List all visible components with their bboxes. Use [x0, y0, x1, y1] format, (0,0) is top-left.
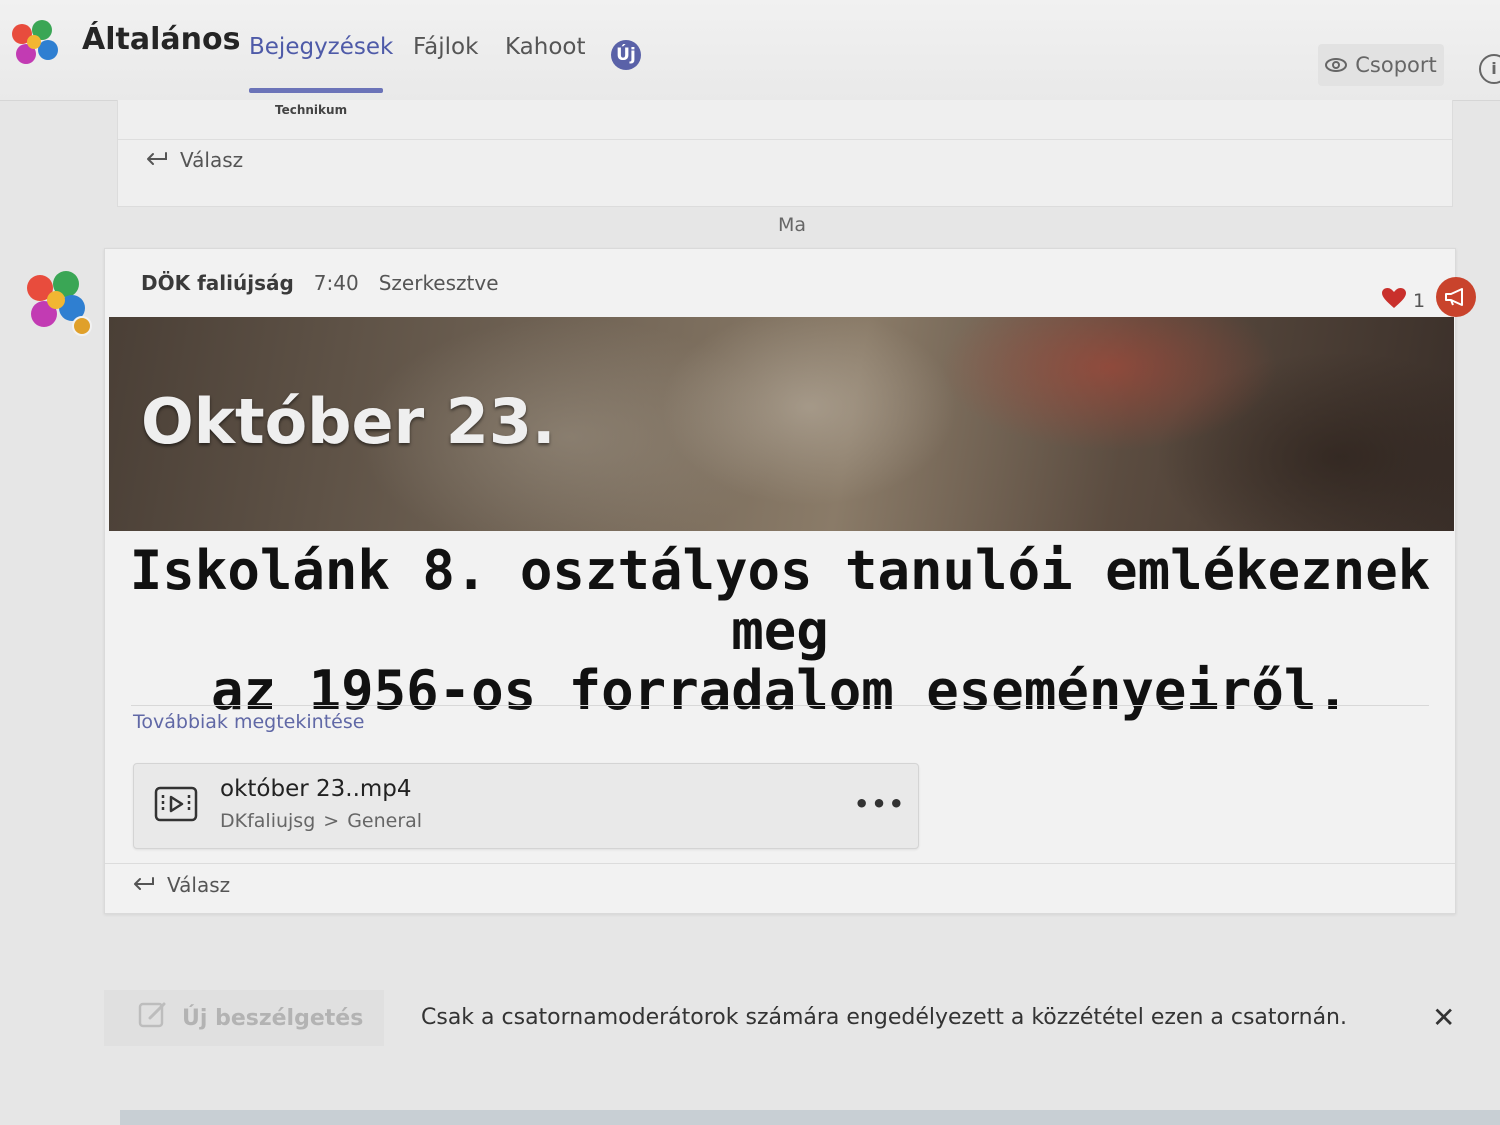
chevron-right-icon: >	[323, 810, 340, 832]
file-path: DKfaliujsg > General	[220, 810, 422, 832]
divider	[105, 863, 1455, 864]
moderation-notice: Csak a csatornamoderátorok számára enged…	[421, 1005, 1347, 1030]
channel-title: Általános	[82, 22, 241, 57]
eye-icon	[1325, 53, 1348, 77]
post-banner-image: Október 23.	[109, 317, 1454, 531]
reply-label: Válasz	[167, 873, 231, 897]
headline-line: Iskolánk 8. osztályos tanulói emlékeznek…	[129, 539, 1431, 662]
video-file-icon	[154, 786, 198, 826]
new-conversation-button: Új beszélgetés	[104, 990, 384, 1046]
tab-kahoot[interactable]: Kahoot	[505, 34, 586, 60]
more-options-icon[interactable]: •••	[854, 790, 906, 818]
post-time: 7:40	[313, 271, 359, 295]
reply-icon	[131, 873, 155, 897]
reaction-count: 1	[1413, 289, 1426, 312]
day-divider: Ma	[777, 214, 807, 236]
post-headline: Iskolánk 8. osztályos tanulói emlékeznek…	[125, 541, 1435, 721]
post-card: DÖK faliújság 7:40 Szerkesztve 1 Október…	[104, 248, 1476, 914]
reply-button[interactable]: Válasz	[131, 873, 230, 897]
info-icon[interactable]: i	[1479, 54, 1500, 84]
new-conversation-label: Új beszélgetés	[182, 1005, 364, 1031]
group-button-label: Csoport	[1355, 53, 1437, 77]
author-avatar[interactable]	[16, 262, 94, 344]
divider	[118, 139, 1452, 140]
new-tab-badge[interactable]: Új	[611, 40, 641, 70]
previous-post-caption: Technikum	[275, 103, 348, 117]
active-tab-indicator	[249, 88, 383, 93]
reply-button[interactable]: Válasz	[144, 148, 243, 172]
heart-icon	[1381, 287, 1407, 314]
tab-posts[interactable]: Bejegyzések	[249, 34, 393, 60]
divider	[131, 705, 1429, 706]
close-icon[interactable]: ✕	[1432, 1004, 1455, 1032]
team-logo-icon	[4, 12, 64, 76]
heart-reaction[interactable]: 1	[1381, 287, 1425, 314]
tab-files[interactable]: Fájlok	[413, 34, 478, 60]
channel-header: Általános Bejegyzések Fájlok Kahoot Új C…	[0, 0, 1500, 101]
see-more-link[interactable]: Továbbiak megtekintése	[133, 711, 364, 733]
file-name[interactable]: október 23..mp4	[220, 776, 412, 802]
banner-title: Október 23.	[141, 385, 556, 458]
file-path-team: DKfaliujsg	[220, 810, 316, 832]
file-path-channel: General	[347, 810, 423, 832]
post-header: DÖK faliújság 7:40 Szerkesztve	[141, 271, 499, 295]
megaphone-icon	[1436, 277, 1476, 317]
file-attachment[interactable]: október 23..mp4 DKfaliujsg > General •••	[133, 763, 919, 849]
post-edited-label: Szerkesztve	[378, 271, 499, 295]
compose-icon	[138, 1000, 168, 1036]
taskbar-edge	[120, 1110, 1500, 1125]
reply-icon	[144, 148, 168, 172]
reply-label: Válasz	[180, 148, 244, 172]
group-button[interactable]: Csoport	[1318, 44, 1444, 86]
post-author[interactable]: DÖK faliújság	[141, 271, 294, 295]
previous-post: Technikum Válasz	[117, 100, 1453, 207]
